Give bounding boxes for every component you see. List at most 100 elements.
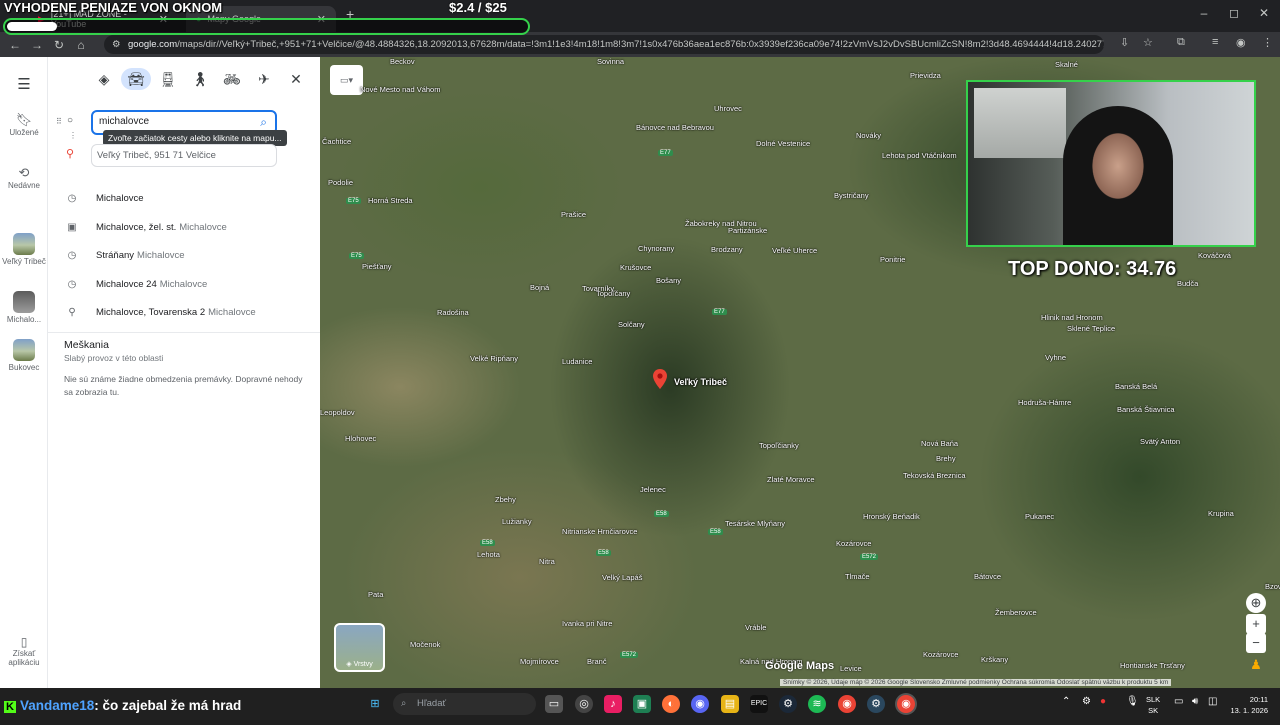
search-icon[interactable]: ⌕ <box>260 115 267 130</box>
destination-input[interactable]: Veľký Tribeč, 951 71 Velčice <box>91 144 277 167</box>
menu-hamburger-icon[interactable]: ☰ <box>0 75 48 93</box>
phone-icon: ▯ <box>20 635 28 649</box>
town-label: Svätý Anton <box>1140 437 1181 446</box>
town-label: Hlinik nad Hronom <box>1041 313 1103 322</box>
spotify-icon[interactable]: ≋ <box>808 695 826 713</box>
notification-icon[interactable]: ◫ <box>1208 696 1217 707</box>
microphone-icon[interactable]: 🎙︎ <box>1126 696 1139 707</box>
site-info-icon[interactable]: ⚙ <box>112 35 121 54</box>
rail-recent-item[interactable]: Bukovec <box>0 339 48 372</box>
road-label: E58 <box>480 540 495 546</box>
selected-place-label[interactable]: Veľký Tribeč <box>674 377 727 387</box>
tray-chevron-icon[interactable]: ⌃ <box>1062 696 1070 707</box>
volume-icon[interactable]: 🔊︎ <box>1192 696 1198 707</box>
town-label: Horná Streda <box>368 196 413 205</box>
profile-icon[interactable]: ◉ <box>1236 36 1246 49</box>
rail-recent[interactable]: ⟲ Nedávne <box>0 165 48 190</box>
tiktok-icon[interactable]: ♪ <box>604 695 622 713</box>
selected-place-pin-icon[interactable] <box>653 369 667 389</box>
tray-app-icon[interactable]: ● <box>1100 696 1106 707</box>
language-bottom: SK <box>1148 706 1159 715</box>
browser-icon[interactable]: ◐ <box>662 695 680 713</box>
suggestion-item[interactable]: ◷ Michalovce 24 Michalovce <box>48 270 320 298</box>
chrome-active-icon[interactable]: ◉ <box>897 695 915 713</box>
maps-left-rail: ☰ 🔖︎ Uložené ⟲ Nedávne Veľký Tribeč Mich… <box>0 57 48 688</box>
suggestion-item[interactable]: ◷ Stráňany Michalovce <box>48 241 320 269</box>
chat-message-overlay: K Vandame18: čo zajebal že má hrad <box>0 688 241 720</box>
suggestion-main: Michalovce, Tovarenska 2 <box>96 306 206 318</box>
rail-recent-item[interactable]: Michalo... <box>0 291 48 324</box>
rail-get-app[interactable]: ▯ Získať aplikáciu <box>0 635 48 667</box>
suggestion-item[interactable]: ▣ Michalovce, žel. st. Michalovce <box>48 213 320 241</box>
zoom-in-button[interactable]: + <box>1246 614 1266 634</box>
my-location-button[interactable]: ⊕ <box>1246 593 1266 613</box>
minimize-button[interactable]: – <box>1190 6 1218 24</box>
layers-button[interactable]: ◈ Vrstvy <box>334 623 385 672</box>
map-options-button[interactable]: ▭▾ <box>330 65 363 95</box>
app-icon[interactable]: ▣ <box>633 695 651 713</box>
suggestion-item[interactable]: ⚲ Michalovce, Tovarenska 2 Michalovce <box>48 298 320 326</box>
flight-mode-icon[interactable]: ✈ <box>252 71 276 88</box>
town-label: Lehota pod Vtáčnikom <box>882 151 957 160</box>
town-label: Partizánske <box>728 226 768 235</box>
road-label: E77 <box>712 309 727 315</box>
road-label: E572 <box>860 554 879 560</box>
drag-handle-icon[interactable]: ⠿ <box>56 117 62 126</box>
road-label: E572 <box>620 652 639 658</box>
layers-icon: ◈ <box>346 661 354 668</box>
town-label: Tlmače <box>845 572 870 581</box>
menu-icon[interactable]: ⋮ <box>1262 36 1273 49</box>
town-label: Brodzany <box>711 245 743 254</box>
town-label: Topoľčianky <box>759 441 799 450</box>
origin-value: michalovce <box>99 116 150 127</box>
stream-goal-progress-bar <box>3 18 530 35</box>
reading-list-icon[interactable]: ≡ <box>1212 36 1218 48</box>
town-label: Ivanka pri Nitre <box>562 619 613 628</box>
steam-icon[interactable]: ⚙ <box>779 695 797 713</box>
webcam-person <box>1063 106 1173 245</box>
home-icon[interactable]: ⌂ <box>70 38 92 52</box>
close-window-button[interactable]: ✕ <box>1250 6 1278 24</box>
car-mode-icon[interactable]: 🚘︎ <box>121 68 151 90</box>
windows-start-icon[interactable]: ⊞ <box>366 695 384 713</box>
forward-icon[interactable]: → <box>26 38 48 52</box>
suggestion-sub: Michalovce <box>137 249 185 261</box>
back-icon[interactable]: ← <box>4 38 26 52</box>
extensions-icon[interactable]: ⧉ <box>1177 36 1185 49</box>
top-donation-label: TOP DONO: 34.76 <box>1008 258 1177 280</box>
rail-saved[interactable]: 🔖︎ Uložené <box>0 112 48 137</box>
bookmark-star-icon[interactable]: ☆ <box>1143 36 1153 49</box>
close-directions-icon[interactable]: ✕ <box>284 71 308 88</box>
traffic-note: Nie sú známe žiadne obmedzenia premávky.… <box>64 374 303 397</box>
walk-mode-icon[interactable]: 🚶︎ <box>188 71 212 88</box>
input-language[interactable]: SLK SK <box>1146 694 1160 716</box>
maximize-button[interactable]: ◻ <box>1220 6 1248 24</box>
town-label: Dolné Vestenice <box>756 139 811 148</box>
zoom-out-button[interactable]: − <box>1246 633 1266 653</box>
taskbar-search[interactable]: ⌕ Hľadať <box>393 693 536 715</box>
file-explorer-icon[interactable]: ▤ <box>721 695 739 713</box>
discord-icon[interactable]: ◉ <box>691 695 709 713</box>
system-clock[interactable]: 20:11 13. 1. 2026 <box>1230 694 1268 716</box>
history-icon: ◷ <box>67 249 77 261</box>
suggestion-item[interactable]: ◷ Michalovce <box>48 184 320 212</box>
reload-icon[interactable]: ↻ <box>48 38 70 52</box>
app-icon[interactable]: ◎ <box>575 695 593 713</box>
steam-icon[interactable]: ⚙ <box>867 695 885 713</box>
bike-mode-icon[interactable]: 🚲︎ <box>220 71 244 88</box>
install-icon[interactable]: ⇩ <box>1120 36 1129 49</box>
transit-mode-icon[interactable]: 🚆︎ <box>156 71 180 88</box>
tray-app-icon[interactable]: ⚙ <box>1082 696 1091 707</box>
chrome-icon[interactable]: ◉ <box>838 695 856 713</box>
address-bar[interactable]: ⚙ google.com/maps/dir//Veľký+Tribeč,+951… <box>104 35 1104 54</box>
network-icon[interactable]: ▭ <box>1174 696 1183 707</box>
windows-taskbar: K Vandame18: čo zajebal že má hrad ⊞ ⌕ Hľ… <box>0 688 1280 720</box>
town-label: Nové Mesto nad Váhom <box>360 85 441 94</box>
best-route-icon[interactable]: ◈ <box>92 71 116 88</box>
rail-recent-item[interactable]: Veľký Tribeč <box>0 233 48 266</box>
pegman-icon[interactable]: ♟ <box>1246 655 1266 675</box>
webcam-background-window <box>974 88 1066 158</box>
task-view-icon[interactable]: ▭ <box>545 695 563 713</box>
epic-games-icon[interactable]: EPIC <box>750 695 768 713</box>
town-label: Sovinna <box>597 57 625 66</box>
